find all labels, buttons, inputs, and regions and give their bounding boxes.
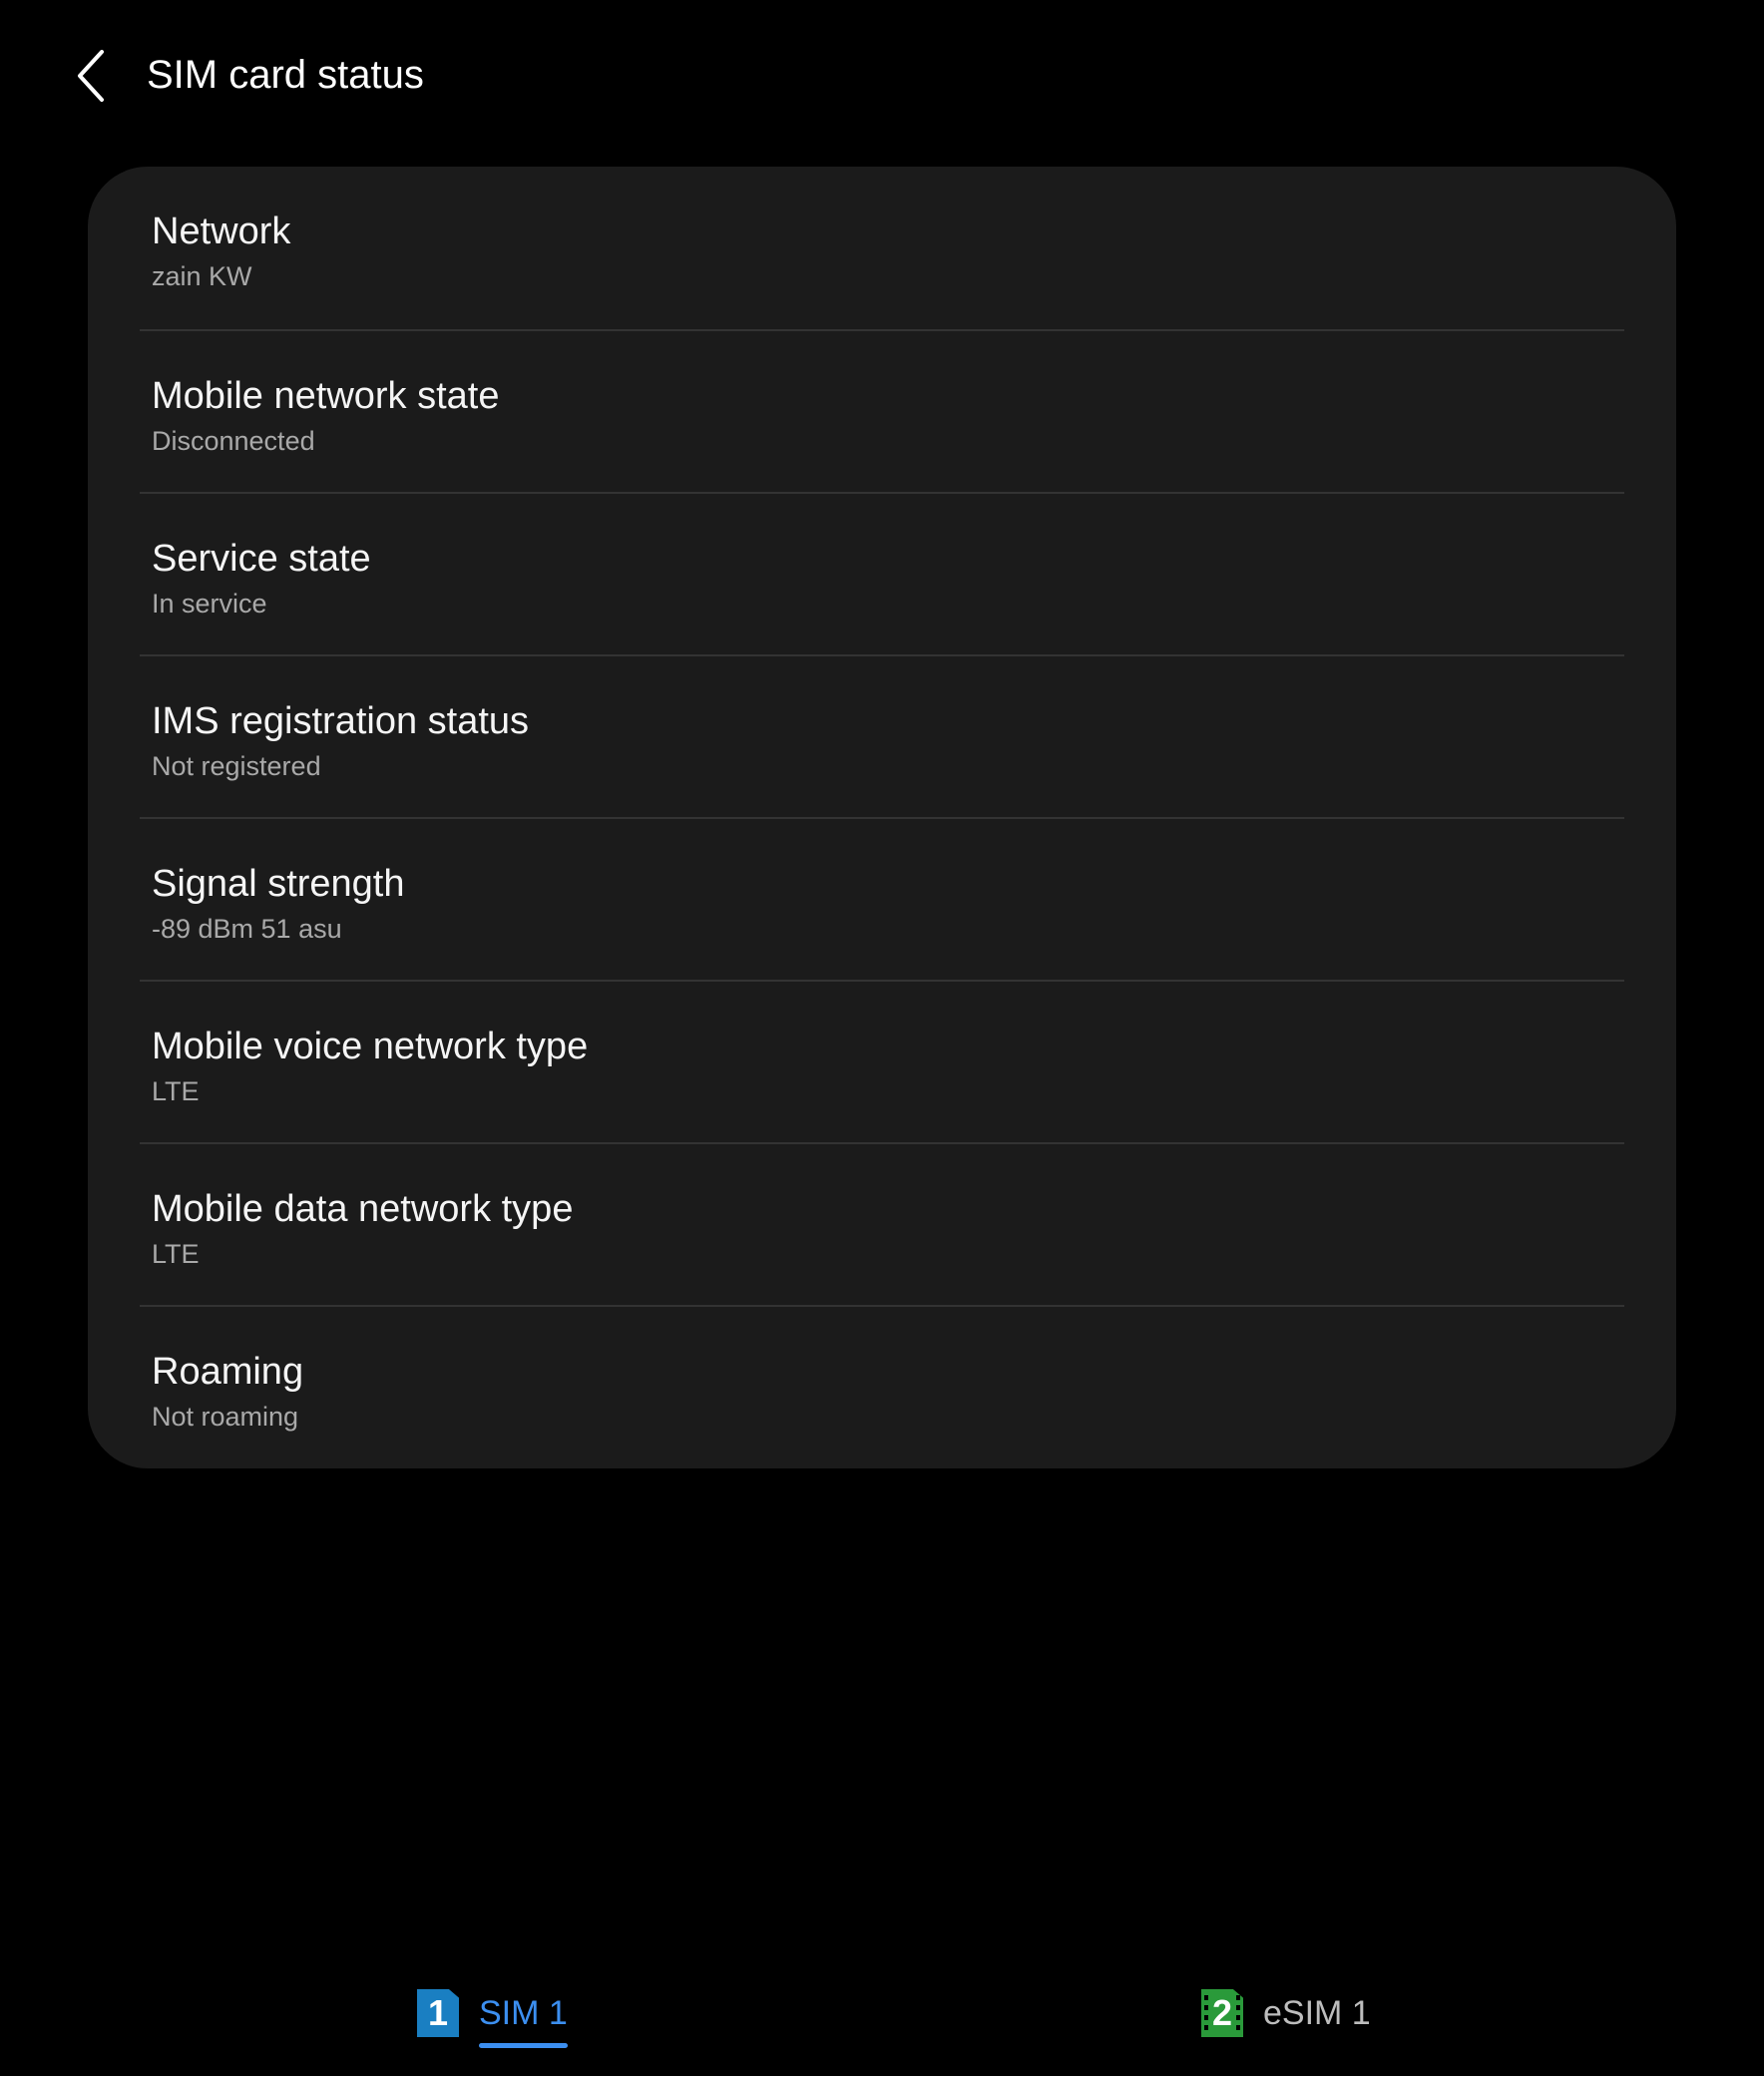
list-item-service-state[interactable]: Service state In service: [140, 492, 1624, 654]
item-title: Mobile data network type: [152, 1188, 574, 1230]
item-value: Disconnected: [152, 426, 315, 456]
list-item-mobile-network-state[interactable]: Mobile network state Disconnected: [140, 329, 1624, 492]
item-title: Network: [152, 210, 291, 252]
sim-card-status-screen: SIM card status Network zain KW Mobile n…: [0, 0, 1764, 2076]
app-bar: SIM card status: [0, 0, 1764, 150]
tab-sim-1[interactable]: 1 SIM 1: [417, 1975, 568, 2048]
item-value: -89 dBm 51 asu: [152, 914, 342, 944]
tab-label-esim-1: eSIM 1: [1263, 1989, 1371, 2037]
tab-esim-1[interactable]: 2 eSIM 1: [1201, 1975, 1371, 2045]
item-value: LTE: [152, 1239, 200, 1269]
status-list-card: Network zain KW Mobile network state Dis…: [88, 167, 1676, 1468]
list-item-mobile-voice-network-type[interactable]: Mobile voice network type LTE: [140, 980, 1624, 1142]
back-button[interactable]: [52, 36, 132, 116]
sim-tab-bar: 1 SIM 1 2 eSIM 1: [0, 1975, 1764, 2048]
list-item-network[interactable]: Network zain KW: [140, 167, 1624, 329]
item-value: LTE: [152, 1076, 200, 1106]
esim-1-badge-icon: 2: [1201, 1989, 1243, 2037]
chevron-left-icon: [78, 50, 104, 102]
sim-1-badge-icon: 1: [417, 1989, 459, 2037]
item-title: IMS registration status: [152, 700, 530, 742]
list-item-ims-registration-status[interactable]: IMS registration status Not registered: [140, 654, 1624, 817]
item-value: In service: [152, 589, 267, 619]
item-title: Service state: [152, 538, 371, 580]
tab-label-sim-1: SIM 1: [479, 1989, 568, 2048]
selected-tab-indicator: [479, 2043, 568, 2048]
tab-label-text: SIM 1: [479, 1994, 568, 2032]
item-value: Not roaming: [152, 1402, 299, 1432]
tab-label-text: eSIM 1: [1263, 1994, 1371, 2032]
page-title: SIM card status: [147, 53, 424, 97]
list-item-roaming[interactable]: Roaming Not roaming: [140, 1305, 1624, 1467]
list-item-signal-strength[interactable]: Signal strength -89 dBm 51 asu: [140, 817, 1624, 980]
item-value: Not registered: [152, 751, 321, 781]
list-item-mobile-data-network-type[interactable]: Mobile data network type LTE: [140, 1142, 1624, 1305]
item-title: Mobile network state: [152, 375, 500, 417]
item-value: zain KW: [152, 261, 252, 291]
item-title: Roaming: [152, 1351, 304, 1393]
item-title: Mobile voice network type: [152, 1026, 589, 1067]
item-title: Signal strength: [152, 863, 405, 905]
